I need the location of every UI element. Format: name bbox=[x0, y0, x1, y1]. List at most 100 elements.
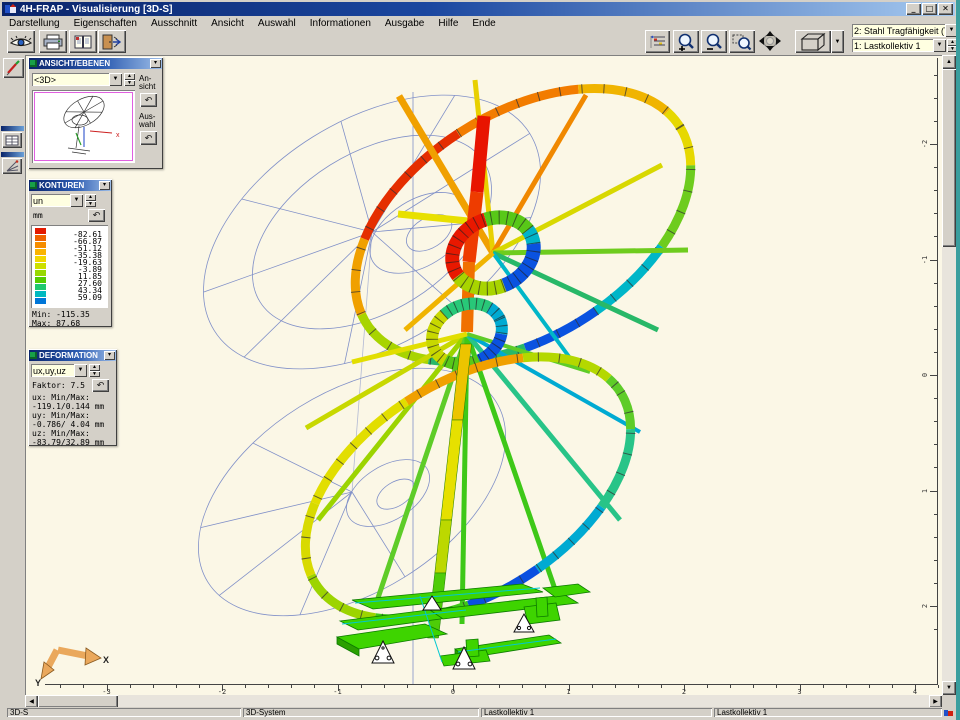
zoom-window-button[interactable] bbox=[729, 30, 755, 53]
loadcase-combo-arrow[interactable]: ▼ bbox=[933, 39, 946, 52]
presentation-options-button[interactable] bbox=[645, 30, 670, 53]
legend-swatch bbox=[35, 298, 46, 304]
menu-ende[interactable]: Ende bbox=[465, 17, 502, 30]
ruler-tick bbox=[934, 329, 937, 330]
kontur-apply-button[interactable]: ↶ bbox=[88, 209, 105, 222]
ruler-tick bbox=[934, 629, 937, 630]
exit-button[interactable] bbox=[98, 30, 126, 53]
calculation-combo[interactable]: 2: Stahl Tragfähigkeit (Th. 2. O ▼ bbox=[852, 24, 958, 37]
ansicht-select-label: Aus- wahl bbox=[139, 113, 155, 129]
zoom-out-button[interactable] bbox=[701, 30, 727, 53]
ruler-tick bbox=[934, 98, 937, 99]
ruler-tick bbox=[291, 685, 292, 688]
view-apply-button[interactable]: ↶ bbox=[140, 93, 157, 107]
print-button[interactable] bbox=[39, 30, 67, 53]
legend-swatch bbox=[35, 235, 46, 241]
view-cube-button[interactable] bbox=[795, 30, 831, 53]
toolbar: ▼ 2: Stahl Tragfähigkeit (Th. 2. O ▼ 1: … bbox=[2, 30, 955, 55]
status-bar: 3D-S3D-SystemLastkollektiv 1Lastkollekti… bbox=[2, 707, 955, 718]
ruler-tick bbox=[707, 685, 708, 688]
deformation-combo-arrow[interactable]: ▼ bbox=[74, 364, 87, 377]
zoom-in-button[interactable] bbox=[673, 30, 699, 53]
deformation-apply-button[interactable]: ↶ bbox=[92, 379, 109, 392]
konturen-collapse-button[interactable]: ▾ bbox=[99, 181, 110, 190]
loadcase-combo[interactable]: 1: Lastkollektiv 1 ▼ bbox=[852, 39, 946, 52]
kontur-combo[interactable]: un ▼ bbox=[31, 194, 83, 207]
mini-results-button[interactable] bbox=[2, 158, 22, 174]
mini-objects-button[interactable] bbox=[2, 132, 22, 148]
menu-hilfe[interactable]: Hilfe bbox=[431, 17, 465, 30]
close-button[interactable]: ✕ bbox=[938, 3, 953, 15]
status-field: Lastkollektiv 1 bbox=[481, 708, 712, 717]
minimize-button[interactable]: _ bbox=[906, 3, 921, 15]
kontur-unit-label: mm bbox=[33, 212, 43, 220]
ruler-tick bbox=[934, 421, 937, 422]
menu-darstellung[interactable]: Darstellung bbox=[2, 17, 67, 30]
ruler-tick bbox=[592, 685, 593, 688]
legend-value: 59.09 bbox=[50, 294, 102, 301]
mini-panel-results bbox=[1, 152, 24, 175]
ruler-line bbox=[937, 58, 938, 684]
grid-icon bbox=[5, 135, 19, 146]
ruler-tick bbox=[776, 685, 777, 688]
calculation-combo-value: 2: Stahl Tragfähigkeit (Th. 2. O bbox=[852, 26, 945, 36]
ruler-tick bbox=[615, 685, 616, 688]
ruler-tick bbox=[934, 537, 937, 538]
legend-swatch bbox=[35, 284, 46, 290]
view-preview[interactable]: x bbox=[32, 90, 135, 163]
contour-min: Min: -115.35 bbox=[32, 311, 90, 319]
deformation-spinner[interactable]: ▲▼ bbox=[89, 364, 100, 377]
status-app-icon bbox=[944, 708, 954, 717]
scroll-down-button[interactable]: ▼ bbox=[942, 681, 956, 695]
menu-informationen[interactable]: Informationen bbox=[303, 17, 378, 30]
ruler-tick bbox=[545, 685, 546, 688]
ansicht-collapse-button[interactable]: ▾ bbox=[150, 59, 161, 68]
ruler-tick bbox=[934, 583, 937, 584]
view-cube-dropdown[interactable]: ▼ bbox=[831, 30, 844, 53]
menu-ausgabe[interactable]: Ausgabe bbox=[378, 17, 431, 30]
pencil-icon bbox=[5, 60, 22, 76]
ruler-tick bbox=[934, 560, 937, 561]
kontur-combo-arrow[interactable]: ▼ bbox=[70, 194, 83, 207]
deformation-titlebar[interactable]: DEFORMATION ▾ bbox=[29, 350, 116, 361]
view-spinner[interactable]: ▲▼ bbox=[124, 73, 135, 86]
panel-ansicht-ebenen: ANSICHT/EBENEN ▾ <3D> ▼ ▲▼ bbox=[28, 57, 163, 169]
view-combo[interactable]: <3D> ▼ bbox=[32, 73, 122, 86]
ansicht-titlebar[interactable]: ANSICHT/EBENEN ▾ bbox=[29, 58, 162, 69]
cube-icon bbox=[799, 32, 827, 52]
redline-tool-button[interactable] bbox=[3, 58, 24, 78]
pan-control[interactable] bbox=[756, 30, 784, 53]
scroll-up-button[interactable]: ▲ bbox=[942, 55, 956, 69]
panel-icon bbox=[30, 182, 37, 189]
eye-icon bbox=[10, 34, 32, 50]
restore-button[interactable]: □ bbox=[922, 3, 937, 15]
konturen-titlebar[interactable]: KONTUREN ▾ bbox=[29, 180, 111, 191]
ruler-tick bbox=[930, 491, 937, 492]
ruler-tick bbox=[522, 685, 523, 688]
legend-swatch bbox=[35, 270, 46, 276]
desktop-edge bbox=[956, 0, 960, 720]
status-field: 3D-S bbox=[7, 708, 241, 717]
view-combo-arrow[interactable]: ▼ bbox=[109, 73, 122, 86]
contour-max: Max: 87.68 bbox=[32, 320, 80, 328]
select-apply-button[interactable]: ↶ bbox=[140, 131, 157, 145]
menu-auswahl[interactable]: Auswahl bbox=[251, 17, 303, 30]
app-icon bbox=[4, 3, 17, 15]
ruler-tick bbox=[268, 685, 269, 688]
vscroll-thumb[interactable] bbox=[942, 69, 956, 247]
view-settings-button[interactable] bbox=[7, 30, 35, 53]
help-button[interactable] bbox=[69, 30, 97, 53]
menu-ausschnitt[interactable]: Ausschnitt bbox=[144, 17, 204, 30]
menu-eigenschaften[interactable]: Eigenschaften bbox=[67, 17, 144, 30]
ruler-tick bbox=[934, 283, 937, 284]
kontur-spinner[interactable]: ▲▼ bbox=[85, 194, 96, 207]
vertical-scrollbar[interactable]: ▲ ▼ bbox=[942, 55, 956, 695]
menu-ansicht[interactable]: Ansicht bbox=[204, 17, 251, 30]
panel-icon bbox=[30, 60, 37, 67]
title-bar: 4H-FRAP - Visualisierung [3D-S] _ □ ✕ bbox=[2, 2, 955, 16]
ruler-label: 0 bbox=[921, 368, 929, 382]
deformation-combo[interactable]: ux,uy,uz ▼ bbox=[31, 364, 87, 377]
app-window: 4H-FRAP - Visualisierung [3D-S] _ □ ✕ Da… bbox=[0, 0, 960, 720]
deformation-collapse-button[interactable]: ▾ bbox=[104, 351, 115, 360]
help-book-icon bbox=[73, 34, 93, 50]
